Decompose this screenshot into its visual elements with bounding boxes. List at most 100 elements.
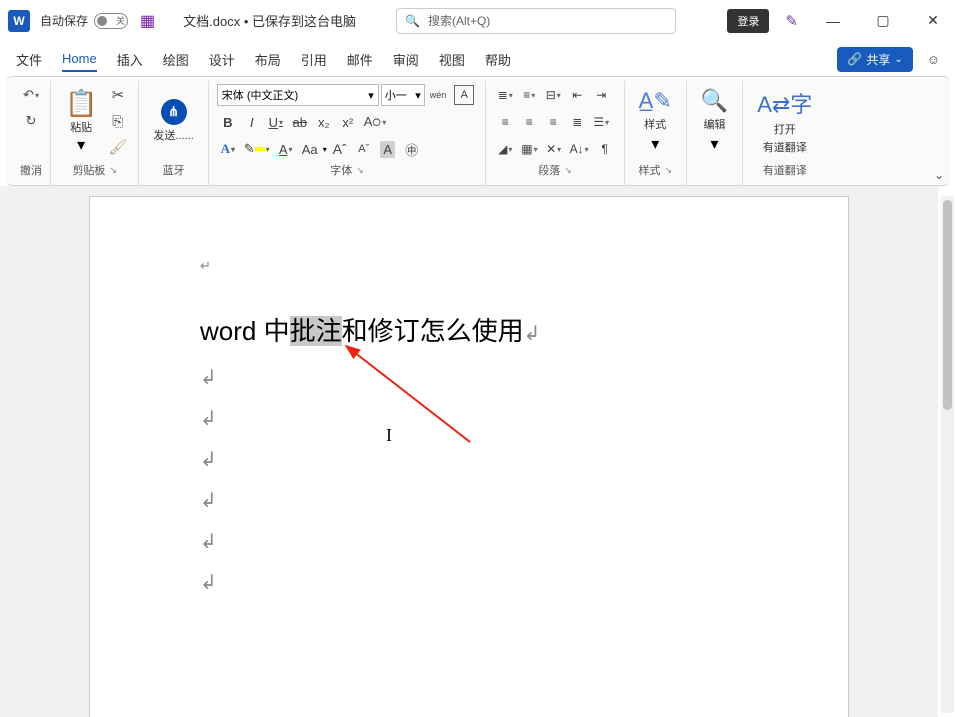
tab-help[interactable]: 帮助 xyxy=(485,46,511,73)
bluetooth-send-button[interactable]: ⋔ 发送...... xyxy=(147,97,199,145)
enclose-char-button[interactable]: ㊥ xyxy=(401,137,423,161)
borders-button[interactable]: ▦▾ xyxy=(518,137,540,161)
text-cursor-icon: I xyxy=(386,425,392,446)
decrease-indent-button[interactable]: ⇤ xyxy=(566,83,588,107)
increase-indent-button[interactable]: ⇥ xyxy=(590,83,612,107)
numbering-button[interactable]: ≡▾ xyxy=(518,83,540,107)
tab-layout[interactable]: 布局 xyxy=(255,46,281,73)
login-button[interactable]: 登录 xyxy=(727,9,769,33)
search-input[interactable]: 🔍 搜索(Alt+Q) xyxy=(396,8,676,34)
search-placeholder: 搜索(Alt+Q) xyxy=(428,12,490,29)
font-family-select[interactable]: 宋体 (中文正文)▾ xyxy=(217,84,379,106)
minimize-button[interactable]: — xyxy=(818,6,848,36)
text-effects-button[interactable]: A੦▾ xyxy=(361,110,389,134)
bold-button[interactable]: B xyxy=(217,110,239,134)
empty-paragraph[interactable]: ↲ xyxy=(200,365,738,390)
group-styles: A̲✎ 样式 ▾ 样式↘ xyxy=(625,81,687,185)
phonetic-button[interactable]: wén xyxy=(427,83,450,107)
underline-button[interactable]: U▾ xyxy=(265,110,287,134)
maximize-button[interactable]: ▢ xyxy=(868,6,898,36)
align-left-button[interactable]: ≡ xyxy=(494,110,516,134)
asian-layout-button[interactable]: ✕▾ xyxy=(543,137,565,161)
sort-button[interactable]: A↓▾ xyxy=(567,137,592,161)
tab-mail[interactable]: 邮件 xyxy=(347,46,373,73)
change-case-button[interactable]: Aa xyxy=(299,137,321,161)
align-right-button[interactable]: ≡ xyxy=(542,110,564,134)
align-center-button[interactable]: ≡ xyxy=(518,110,540,134)
group-bluetooth: ⋔ 发送...... 蓝牙 xyxy=(139,81,208,185)
search-icon: 🔍 xyxy=(405,14,420,28)
group-label-clipboard: 剪贴板↘ xyxy=(72,159,117,183)
editing-button[interactable]: 🔍 编辑 ▾ xyxy=(695,86,734,156)
autosave-label: 自动保存 xyxy=(40,12,88,29)
clipboard-launcher-icon[interactable]: ↘ xyxy=(109,165,117,176)
tab-review[interactable]: 审阅 xyxy=(393,46,419,73)
font-color-button[interactable]: A▾ xyxy=(275,137,297,161)
group-undo: ↶▾ ↻ · 撤消 xyxy=(12,81,51,185)
italic-button[interactable]: I xyxy=(241,110,263,134)
grow-font-button[interactable]: Aˆ xyxy=(329,137,351,161)
empty-paragraph[interactable]: ↲ xyxy=(200,406,738,431)
empty-paragraph[interactable]: ↲ xyxy=(200,447,738,472)
justify-button[interactable]: ≣ xyxy=(566,110,588,134)
copy-button[interactable]: ⎘ xyxy=(107,109,129,133)
group-label-paragraph: 段落↘ xyxy=(538,159,572,183)
shrink-font-button[interactable]: Aˇ xyxy=(353,137,375,161)
group-youdao: A⇄字 打开 有道翻译 有道翻译 xyxy=(743,81,826,185)
scroll-thumb[interactable] xyxy=(943,200,952,410)
collapse-ribbon-button[interactable]: ⌄ xyxy=(934,168,944,182)
text-line[interactable]: word 中批注和修订怎么使用↲ xyxy=(200,315,738,349)
empty-paragraph[interactable]: ↲ xyxy=(200,570,738,595)
tab-file[interactable]: 文件 xyxy=(16,46,42,73)
coming-soon-icon[interactable]: ✎ xyxy=(785,12,798,30)
annotation-arrow xyxy=(340,342,480,452)
close-button[interactable]: ✕ xyxy=(918,6,948,36)
share-button[interactable]: 🔗 共享 ⌄ xyxy=(837,47,912,72)
tab-references[interactable]: 引用 xyxy=(301,46,327,73)
youdao-open-button[interactable]: A⇄字 打开 有道翻译 xyxy=(751,85,818,157)
font-size-select[interactable]: 小一▾ xyxy=(381,84,425,106)
tab-home[interactable]: Home xyxy=(62,47,97,72)
tab-view[interactable]: 视图 xyxy=(439,46,465,73)
shading-button[interactable]: ◢▾ xyxy=(494,137,516,161)
vertical-scrollbar[interactable] xyxy=(941,196,954,713)
format-painter-button[interactable]: 🖌 xyxy=(105,135,130,159)
styles-launcher-icon[interactable]: ↘ xyxy=(664,165,672,176)
document-title[interactable]: 文档.docx • 已保存到这台电脑 xyxy=(183,11,356,30)
strikethrough-button[interactable]: ab xyxy=(289,110,311,134)
paste-button[interactable]: 📋 粘贴 ▾ xyxy=(59,86,103,157)
clear-format-button[interactable]: A xyxy=(377,137,399,161)
toggle-switch[interactable]: 关 xyxy=(94,13,128,29)
tab-insert[interactable]: 插入 xyxy=(117,46,143,73)
document-page[interactable]: ↵ word 中批注和修订怎么使用↲ ↲ ↲ ↲ ↲ ↲ ↲ I xyxy=(89,196,849,717)
smiley-icon[interactable]: ☺ xyxy=(927,52,940,67)
subscript-button[interactable]: x₂ xyxy=(313,110,335,134)
distribute-button[interactable]: ☰▾ xyxy=(590,110,612,134)
empty-paragraph[interactable]: ↲ xyxy=(200,529,738,554)
empty-paragraph[interactable]: ↲ xyxy=(200,488,738,513)
font-launcher-icon[interactable]: ↘ xyxy=(356,165,364,176)
save-icon[interactable]: ▦ xyxy=(140,11,155,31)
char-border-button[interactable]: A xyxy=(451,83,477,107)
show-marks-button[interactable]: ¶ xyxy=(594,137,616,161)
cut-button[interactable]: ✂ xyxy=(107,83,129,107)
multilevel-button[interactable]: ⊟▾ xyxy=(542,83,564,107)
font-color-effects-button[interactable]: A▾ xyxy=(217,137,239,161)
document-viewport[interactable]: ↵ word 中批注和修订怎么使用↲ ↲ ↲ ↲ ↲ ↲ ↲ I xyxy=(0,186,938,717)
tab-design[interactable]: 设计 xyxy=(209,46,235,73)
ribbon: ↶▾ ↻ · 撤消 📋 粘贴 ▾ ✂ ⎘ 🖌 剪贴板↘ ⋔ 发送...... xyxy=(6,76,950,186)
tab-draw[interactable]: 绘图 xyxy=(163,46,189,73)
group-font: 宋体 (中文正文)▾ 小一▾ wén A B I U▾ ab x₂ x² A੦▾… xyxy=(209,81,487,185)
paragraph-launcher-icon[interactable]: ↘ xyxy=(564,165,572,176)
selected-text[interactable]: 批注 xyxy=(290,316,342,346)
undo-button[interactable]: ↶▾ xyxy=(20,83,42,107)
redo-button[interactable]: ↻ xyxy=(20,109,42,133)
translate-icon: A⇄字 xyxy=(757,87,812,119)
autosave-toggle[interactable]: 自动保存 关 xyxy=(40,12,128,29)
bullets-button[interactable]: ≣▾ xyxy=(494,83,516,107)
styles-button[interactable]: A̲✎ 样式 ▾ xyxy=(633,86,678,156)
title-bar: W 自动保存 关 ▦ 文档.docx • 已保存到这台电脑 🔍 搜索(Alt+Q… xyxy=(0,0,956,42)
app-icon: W xyxy=(8,10,30,32)
superscript-button[interactable]: x² xyxy=(337,110,359,134)
highlight-button[interactable]: ✎▾ xyxy=(241,137,273,161)
